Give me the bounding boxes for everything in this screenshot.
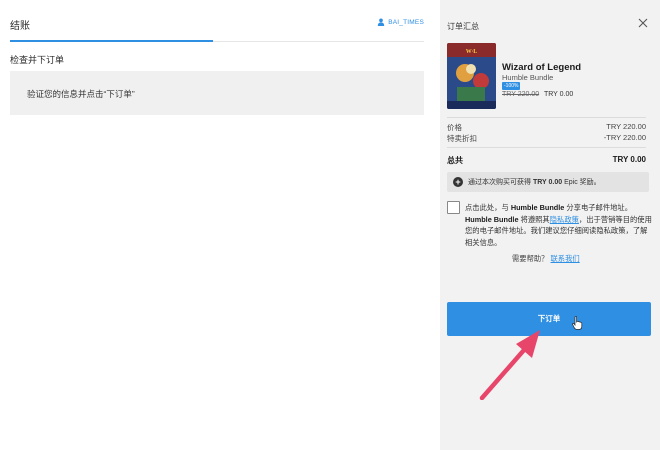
consent-brand: Humble Bundle [465,214,519,224]
verify-message: 验证您的信息并点击“下订单” [27,89,135,99]
final-price: TRY 0.00 [543,91,574,98]
user-account[interactable]: BAI_TIMES [377,18,424,26]
consent-text: 分享电子邮件地址。 [566,203,633,212]
original-price: TRY 220.00 [502,91,540,98]
total-label: 总共 [447,156,463,165]
verify-info-box: 验证您的信息并点击“下订单” [10,71,424,115]
consent-brand: Humble Bundle [510,203,565,212]
help-text: 需要帮助？ [512,254,549,263]
checkout-tabbar: 结账 BAI_TIMES [10,14,424,42]
game-name: Wizard of Legend [502,62,582,73]
discount-row: 特卖折扣 -TRY 220.00 [447,133,646,144]
tab-active-indicator [10,40,213,42]
privacy-policy-link[interactable]: 隐私政策 [550,215,579,224]
price-label: 价格 [447,123,462,132]
divider [447,117,646,118]
price-value: TRY 220.00 [606,122,646,131]
reward-suffix: Epic 奖励。 [564,179,601,186]
reward-prefix: 通过本次购买可获得 [468,179,531,186]
game-publisher: Humble Bundle [502,73,554,82]
svg-text:W∙L: W∙L [466,49,478,55]
email-consent-text: 点击此处，与 Humble Bundle 分享电子邮件地址。 Humble Bu… [465,202,653,248]
game-prices: TRY 220.00 TRY 0.00 [502,91,573,98]
discount-label: 特卖折扣 [447,134,477,143]
total-value: TRY 0.00 [612,155,646,164]
game-cover-image: W∙L [447,43,496,109]
order-summary-title: 订单汇总 [447,22,479,31]
consent-text: 将遵照其 [520,214,550,224]
share-email-checkbox[interactable] [447,201,460,214]
section-title: 检查并下订单 [10,55,65,65]
epic-reward-banner: + 通过本次购买可获得 TRY 0.00 Epic 奖励。 [447,172,649,192]
reward-amount: TRY 0.00 [532,179,563,186]
user-icon [378,18,385,26]
annotation-arrow [479,330,540,400]
close-icon[interactable] [638,18,648,28]
total-row: 总共 TRY 0.00 [447,155,646,166]
discount-value: -TRY 220.00 [603,133,646,142]
hand-cursor-icon [572,316,583,330]
checkout-pane: 结账 BAI_TIMES 检查并下订单 验证您的信息并点击“下订单” [0,0,440,450]
discount-badge: -100% [502,82,521,90]
price-row: 价格 TRY 220.00 [447,122,646,133]
help-line: 需要帮助？ 联系我们 [512,254,580,264]
consent-text: 点击此处，与 [465,203,509,212]
plus-circle-icon: + [453,177,463,187]
contact-us-link[interactable]: 联系我们 [551,254,580,263]
order-summary-pane: 订单汇总 W∙L Wizard of Legend Humble Bundle … [440,0,660,450]
tab-checkout[interactable]: 结账 [10,17,30,32]
divider [447,147,646,148]
username: BAI_TIMES [388,18,424,26]
